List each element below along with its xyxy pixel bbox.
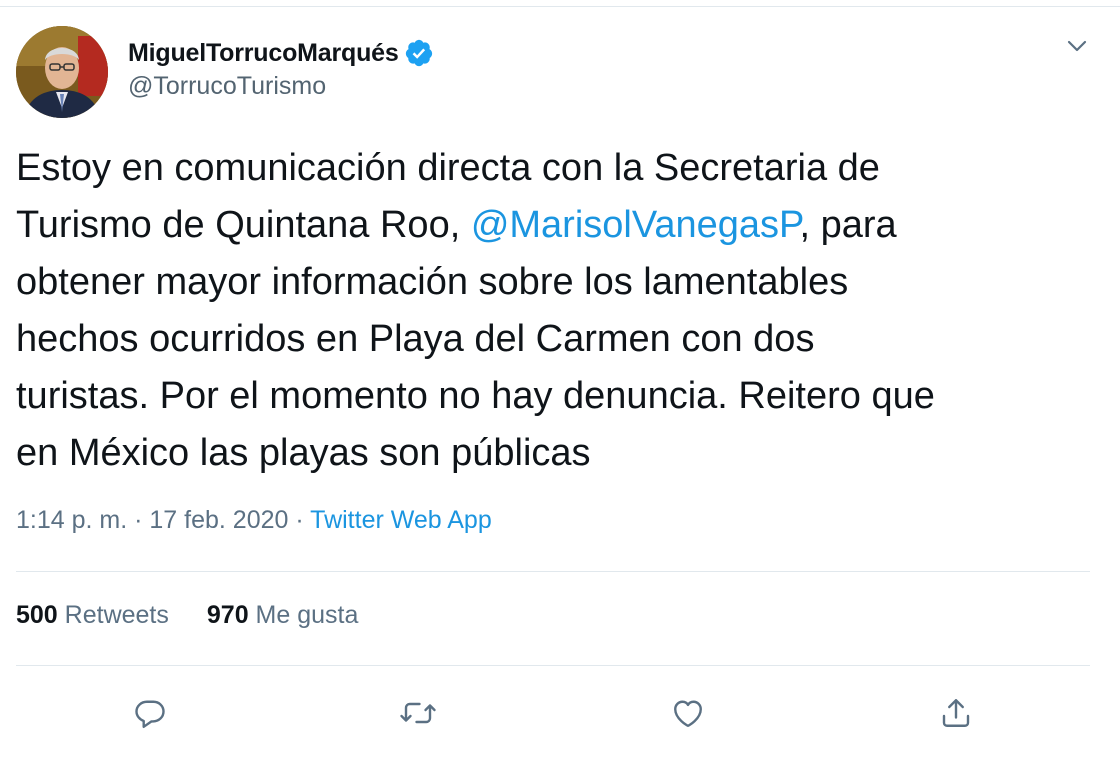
author-block: MiguelTorrucoMarqués @TorrucoTurismo <box>128 36 434 101</box>
tweet-text-line: en México las playas son públicas <box>16 425 1096 482</box>
share-icon <box>942 699 970 727</box>
tweet-stats: 500 Retweets 970 Me gusta <box>16 601 396 630</box>
chevron-down-icon[interactable] <box>1064 36 1090 56</box>
divider <box>16 571 1090 572</box>
text-segment: hechos ocurridos en Playa del Carmen con… <box>16 318 815 360</box>
profile-photo-icon <box>16 26 108 118</box>
text-segment: turistas. Por el momento no hay denuncia… <box>16 375 935 417</box>
meta-separator: · <box>288 506 311 534</box>
name-row: MiguelTorrucoMarqués <box>128 36 434 70</box>
share-button[interactable] <box>936 693 976 733</box>
tweet-date[interactable]: 17 feb. 2020 <box>149 506 288 534</box>
avatar[interactable] <box>16 26 108 118</box>
text-segment: Estoy en comunicación directa con la Sec… <box>16 147 880 189</box>
author-display-name[interactable]: MiguelTorrucoMarqués <box>128 39 399 68</box>
divider <box>16 665 1090 666</box>
tweet-text-line: Estoy en comunicación directa con la Sec… <box>16 140 1096 197</box>
tweet-source-link[interactable]: Twitter Web App <box>310 506 492 534</box>
tweet-actions <box>0 693 1120 733</box>
retweets-stat[interactable]: 500 Retweets <box>16 601 169 630</box>
meta-separator: · <box>127 506 150 534</box>
retweets-label: Retweets <box>57 601 169 629</box>
likes-stat[interactable]: 970 Me gusta <box>207 601 359 630</box>
tweet-text-line: obtener mayor información sobre los lame… <box>16 254 1096 311</box>
tweet-text-line: hechos ocurridos en Playa del Carmen con… <box>16 311 1096 368</box>
retweet-button[interactable] <box>398 693 438 733</box>
tweet-time[interactable]: 1:14 p. m. <box>16 506 127 534</box>
verified-badge-icon <box>405 39 432 67</box>
reply-icon <box>135 700 165 728</box>
text-segment: , para <box>799 204 897 246</box>
tweet-text: Estoy en comunicación directa con la Sec… <box>16 140 1096 482</box>
likes-label: Me gusta <box>248 601 359 629</box>
retweets-count: 500 <box>16 601 58 629</box>
author-handle[interactable]: @TorrucoTurismo <box>128 72 434 101</box>
mention-link[interactable]: @MarisolVanegasP <box>471 204 800 246</box>
likes-count: 970 <box>206 601 249 629</box>
tweet-text-line: Turismo de Quintana Roo, @MarisolVanegas… <box>16 197 1096 254</box>
text-segment: Turismo de Quintana Roo, <box>16 204 471 246</box>
like-button[interactable] <box>668 693 708 733</box>
tweet-text-line: turistas. Por el momento no hay denuncia… <box>16 368 1096 425</box>
heart-icon <box>674 700 702 727</box>
text-segment: en México las playas son públicas <box>16 432 591 474</box>
tweet-card: MiguelTorrucoMarqués @TorrucoTurismo Est… <box>0 0 1120 758</box>
tweet-meta: 1:14 p. m. · 17 feb. 2020 · Twitter Web … <box>16 506 492 535</box>
retweet-icon <box>400 702 436 724</box>
reply-button[interactable] <box>130 693 170 733</box>
text-segment: obtener mayor información sobre los lame… <box>16 261 849 303</box>
